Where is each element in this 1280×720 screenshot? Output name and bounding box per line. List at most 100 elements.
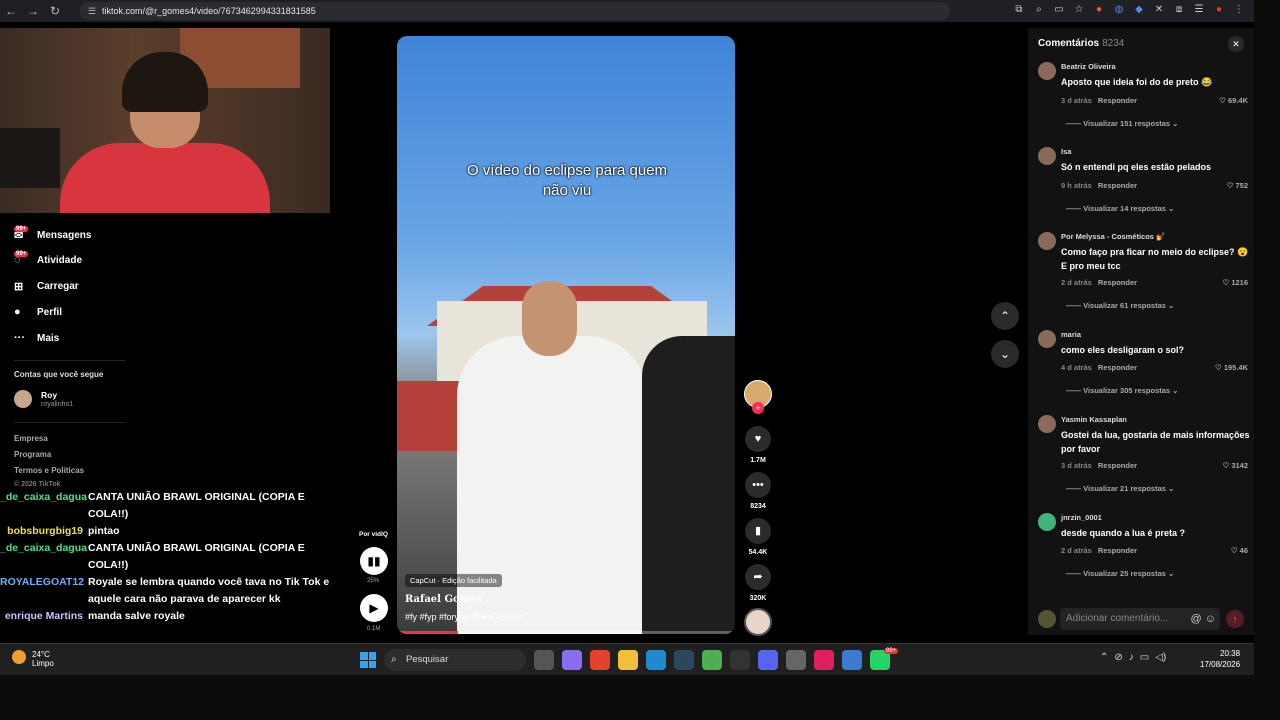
chevron-down-icon[interactable]: ⌄ — [991, 340, 1019, 368]
chrome-icon[interactable] — [590, 650, 610, 670]
stats-icon[interactable]: ▮▮ — [360, 547, 388, 575]
video-player[interactable]: O vídeo do eclipse para quem não viu Cap… — [397, 36, 735, 634]
address-bar[interactable]: ☰ tiktok.com/@r_gomes4/video/76734629943… — [80, 2, 950, 20]
task-view-icon[interactable] — [534, 650, 554, 670]
cast-icon[interactable]: ▭ — [1052, 3, 1066, 17]
following-name[interactable]: Roy — [41, 390, 57, 400]
video-hashtags[interactable]: #fy #fyp #foryou @Rei_Lucao — [405, 612, 524, 622]
like-count: 1.7M — [750, 457, 766, 464]
sidebar-item-mensagens[interactable]: ✉ Mensagens — [14, 229, 91, 242]
comment-like[interactable]: ♡ 69.4K — [1219, 96, 1248, 105]
view-replies-button[interactable]: —— Visualizar 151 respostas ⌄ — [1066, 119, 1178, 128]
comment-like-count: 3142 — [1231, 461, 1248, 470]
forward-icon[interactable]: → — [22, 4, 44, 18]
comment-button[interactable]: ••• 8234 — [744, 472, 772, 510]
extension-icon[interactable]: ◍ — [1112, 3, 1126, 17]
comment-author[interactable]: Yasmin Kassaplan — [1061, 415, 1127, 424]
reply-button[interactable]: Responder — [1098, 546, 1137, 555]
display-icon[interactable]: ▭ — [1140, 652, 1149, 663]
view-replies-button[interactable]: —— Visualizar 61 respostas ⌄ — [1066, 301, 1174, 310]
sidebar-item-perfil[interactable]: ● Perfil — [14, 306, 62, 318]
obs-icon[interactable] — [730, 650, 750, 670]
network-icon[interactable]: ⊘ — [1114, 652, 1122, 663]
discord-icon[interactable] — [758, 650, 778, 670]
comment-author[interactable]: jnrzin_0001 — [1061, 513, 1102, 522]
avatar[interactable] — [1038, 513, 1056, 531]
zoom-icon[interactable]: ⌕ — [1032, 3, 1046, 17]
edge-icon[interactable] — [646, 650, 666, 670]
view-replies-button[interactable]: —— Visualizar 305 respostas ⌄ — [1066, 386, 1178, 395]
profile-icon[interactable]: ● — [1212, 3, 1226, 17]
avatar[interactable] — [1038, 147, 1056, 165]
star-icon[interactable]: ☆ — [1072, 3, 1086, 17]
extension-icon[interactable]: ◆ — [1132, 3, 1146, 17]
copilot-icon[interactable] — [562, 650, 582, 670]
mention-emoji-icons[interactable]: @ ☺ — [1191, 608, 1216, 630]
play-icon[interactable]: ▶ — [360, 594, 388, 622]
like-button[interactable]: ♥ 1.7M — [744, 426, 772, 464]
view-replies-button[interactable]: —— Visualizar 25 respostas ⌄ — [1066, 569, 1174, 578]
close-icon[interactable]: ✕ — [1228, 36, 1244, 52]
steam-icon[interactable] — [674, 650, 694, 670]
back-icon[interactable]: ← — [0, 4, 22, 18]
sidebar-item-mais[interactable]: ··· Mais — [14, 332, 59, 344]
bookmark-button[interactable]: ▮ 54.4K — [744, 518, 772, 556]
send-icon[interactable]: ↑ — [1226, 610, 1244, 628]
capcut-tag[interactable]: CapCut · Edição facilitada — [405, 574, 502, 587]
windows-start-icon[interactable] — [360, 652, 376, 668]
puzzle-icon[interactable]: ⧈ — [1172, 3, 1186, 17]
file-explorer-icon[interactable] — [618, 650, 638, 670]
site-info-icon[interactable]: ☰ — [88, 6, 102, 17]
reply-button[interactable]: Responder — [1098, 96, 1137, 105]
avatar[interactable] — [1038, 415, 1056, 433]
menu-icon[interactable]: ⋮ — [1232, 3, 1246, 17]
comment-author[interactable]: maria — [1061, 330, 1081, 339]
chevron-up-icon[interactable]: ⌃ — [1100, 652, 1108, 663]
footer-link[interactable]: Empresa — [14, 434, 48, 443]
comment-author[interactable]: Por Melyssa - Cosméticos 💅 — [1061, 232, 1165, 241]
translate-icon[interactable]: ⧉ — [1012, 3, 1026, 17]
avatar[interactable] — [14, 390, 32, 408]
comment-author[interactable]: Beatriz Oliveira — [1061, 62, 1116, 71]
reply-button[interactable]: Responder — [1098, 461, 1137, 470]
avatar[interactable] — [1038, 330, 1056, 348]
avatar[interactable] — [1038, 232, 1056, 250]
reply-button[interactable]: Responder — [1098, 181, 1137, 190]
extension-icon[interactable]: ● — [1092, 3, 1106, 17]
comment-like[interactable]: ♡ 195.4K — [1215, 363, 1248, 372]
music-avatar[interactable] — [744, 608, 772, 636]
footer-link[interactable]: Termos e Políticas — [14, 466, 84, 475]
comment-like[interactable]: ♡ 3142 — [1223, 461, 1249, 470]
comment-like[interactable]: ♡ 46 — [1231, 546, 1248, 555]
comment-like[interactable]: ♡ 752 — [1227, 181, 1248, 190]
chat-message: enrique Martins manda salve royale — [0, 608, 340, 625]
extension-icon[interactable]: ✕ — [1152, 3, 1166, 17]
reply-button[interactable]: Responder — [1098, 363, 1137, 372]
reading-list-icon[interactable]: ☰ — [1192, 3, 1206, 17]
share-button[interactable]: ➦ 320K — [744, 564, 772, 602]
chevron-up-icon[interactable]: ⌃ — [991, 302, 1019, 330]
view-replies-button[interactable]: —— Visualizar 14 respostas ⌄ — [1066, 204, 1174, 213]
comment-like[interactable]: ♡ 1216 — [1223, 278, 1249, 287]
taskbar-search[interactable]: ⌕ Pesquisar — [384, 649, 526, 671]
volume-icon[interactable]: ◁) — [1155, 652, 1166, 663]
app-icon[interactable] — [842, 650, 862, 670]
chrome-profile-icon[interactable] — [702, 650, 722, 670]
clock[interactable]: 20:38 17/08/2026 — [1200, 648, 1240, 670]
video-author[interactable]: Rafael Gomes — [405, 594, 482, 605]
tiktok-icon[interactable] — [814, 650, 834, 670]
sidebar-item-carregar[interactable]: ⊞ Carregar — [14, 280, 79, 293]
sidebar-item-atividade[interactable]: ◌ Atividade — [14, 254, 82, 266]
follow-plus-icon[interactable]: + — [752, 402, 764, 414]
footer-link[interactable]: Programa — [14, 450, 51, 459]
mic-icon[interactable]: ♪ — [1129, 652, 1134, 663]
video-progress[interactable] — [397, 631, 735, 634]
comment-author[interactable]: Isa — [1061, 147, 1071, 156]
view-replies-button[interactable]: —— Visualizar 21 respostas ⌄ — [1066, 484, 1174, 493]
settings-icon[interactable] — [786, 650, 806, 670]
reply-button[interactable]: Responder — [1098, 278, 1137, 287]
reload-icon[interactable]: ↻ — [44, 4, 66, 18]
avatar[interactable] — [1038, 62, 1056, 80]
comment-input[interactable]: Adicionar comentário... @ ☺ — [1060, 608, 1220, 630]
comment-time: 9 h atrás — [1061, 181, 1092, 190]
